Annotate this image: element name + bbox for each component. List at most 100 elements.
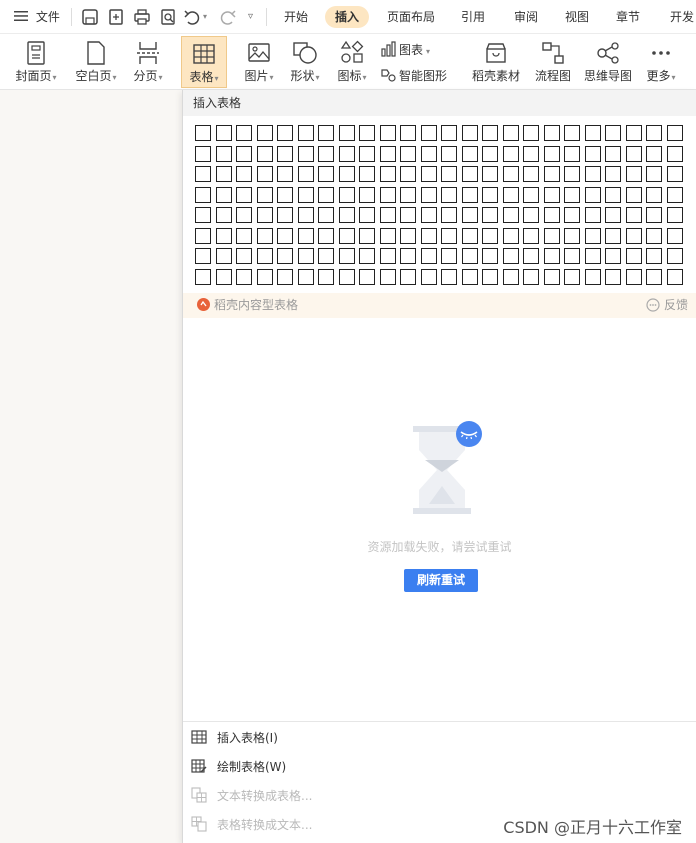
- table-grid-cell[interactable]: [543, 227, 560, 244]
- table-grid-cell[interactable]: [482, 248, 498, 264]
- table-grid-cell[interactable]: [277, 268, 293, 285]
- table-grid-cell[interactable]: [646, 186, 662, 203]
- tab-review[interactable]: 审阅: [514, 0, 538, 34]
- table-grid-cell[interactable]: [625, 268, 642, 285]
- table-grid-cell[interactable]: [359, 227, 375, 244]
- table-grid-cell[interactable]: [646, 207, 662, 223]
- table-grid-cell[interactable]: [379, 145, 396, 162]
- table-grid-cell[interactable]: [277, 166, 293, 182]
- table-grid-cell[interactable]: [236, 227, 252, 244]
- table-grid-cell[interactable]: [379, 207, 396, 223]
- table-grid-cell[interactable]: [605, 186, 621, 203]
- table-grid-cell[interactable]: [359, 145, 375, 162]
- table-grid-cell[interactable]: [564, 268, 580, 285]
- more-button[interactable]: 更多▾: [640, 36, 682, 88]
- print-preview-icon[interactable]: [159, 8, 177, 26]
- customize-toolbar-chevron-icon[interactable]: ▿: [248, 0, 253, 34]
- table-grid-cell[interactable]: [400, 268, 416, 285]
- table-grid-cell[interactable]: [400, 186, 416, 203]
- table-grid-cell[interactable]: [338, 207, 355, 223]
- table-grid-cell[interactable]: [666, 268, 683, 285]
- table-grid-cell[interactable]: [461, 248, 478, 264]
- table-grid-cell[interactable]: [379, 227, 396, 244]
- table-grid-cell[interactable]: [584, 248, 601, 264]
- table-grid-cell[interactable]: [564, 207, 580, 223]
- table-grid-cell[interactable]: [605, 227, 621, 244]
- table-grid-cell[interactable]: [482, 145, 498, 162]
- picture-button[interactable]: 图片▾: [238, 36, 280, 88]
- tab-page-layout[interactable]: 页面布局: [387, 0, 435, 34]
- table-grid-cell[interactable]: [666, 145, 683, 162]
- table-grid-cell[interactable]: [256, 145, 273, 162]
- table-grid-cell[interactable]: [584, 145, 601, 162]
- table-grid-cell[interactable]: [297, 145, 314, 162]
- table-grid-cell[interactable]: [523, 268, 539, 285]
- table-grid-cell[interactable]: [441, 248, 457, 264]
- table-grid-cell[interactable]: [277, 145, 293, 162]
- table-grid-cell[interactable]: [297, 207, 314, 223]
- table-grid-cell[interactable]: [461, 227, 478, 244]
- table-grid-cell[interactable]: [441, 166, 457, 182]
- table-grid-cell[interactable]: [482, 268, 498, 285]
- table-grid-cell[interactable]: [564, 166, 580, 182]
- table-grid-cell[interactable]: [523, 186, 539, 203]
- table-button[interactable]: 表格▾: [181, 36, 227, 88]
- table-grid-cell[interactable]: [646, 166, 662, 182]
- table-grid-cell[interactable]: [605, 145, 621, 162]
- table-grid-cell[interactable]: [564, 248, 580, 264]
- table-grid-cell[interactable]: [461, 125, 478, 141]
- table-grid-cell[interactable]: [215, 145, 232, 162]
- table-grid-cell[interactable]: [297, 166, 314, 182]
- table-grid-cell[interactable]: [338, 145, 355, 162]
- table-grid-cell[interactable]: [400, 207, 416, 223]
- table-grid-cell[interactable]: [523, 207, 539, 223]
- table-grid-cell[interactable]: [482, 125, 498, 141]
- text-to-table-menu-item[interactable]: 文本转换成表格...: [191, 784, 312, 808]
- table-grid-cell[interactable]: [236, 145, 252, 162]
- smart-graphic-button[interactable]: 智能图形: [380, 66, 447, 86]
- table-grid-cell[interactable]: [215, 186, 232, 203]
- table-grid-cell[interactable]: [420, 207, 437, 223]
- table-grid-cell[interactable]: [584, 227, 601, 244]
- table-grid-cell[interactable]: [256, 207, 273, 223]
- docer-material-button[interactable]: 稻壳素材: [468, 36, 524, 88]
- table-grid-cell[interactable]: [461, 207, 478, 223]
- table-grid-cell[interactable]: [584, 268, 601, 285]
- table-grid-cell[interactable]: [461, 145, 478, 162]
- table-grid-cell[interactable]: [584, 186, 601, 203]
- table-grid-cell[interactable]: [318, 207, 334, 223]
- table-grid-cell[interactable]: [441, 186, 457, 203]
- table-grid-cell[interactable]: [666, 166, 683, 182]
- table-grid-cell[interactable]: [666, 227, 683, 244]
- table-grid-cell[interactable]: [215, 166, 232, 182]
- tab-chapter[interactable]: 章节: [616, 0, 640, 34]
- table-grid-cell[interactable]: [277, 125, 293, 141]
- table-grid-cell[interactable]: [441, 268, 457, 285]
- table-grid-cell[interactable]: [338, 186, 355, 203]
- table-grid-cell[interactable]: [482, 227, 498, 244]
- table-grid-cell[interactable]: [236, 186, 252, 203]
- table-grid-cell[interactable]: [441, 207, 457, 223]
- file-menu[interactable]: 文件: [14, 0, 60, 34]
- table-grid-cell[interactable]: [318, 268, 334, 285]
- table-grid-cell[interactable]: [379, 125, 396, 141]
- table-grid-cell[interactable]: [379, 248, 396, 264]
- page-break-button[interactable]: 分页▾: [127, 36, 169, 88]
- table-grid-cell[interactable]: [625, 125, 642, 141]
- table-grid-cell[interactable]: [256, 248, 273, 264]
- table-grid-cell[interactable]: [420, 145, 437, 162]
- table-grid-cell[interactable]: [584, 166, 601, 182]
- table-grid-cell[interactable]: [195, 125, 211, 141]
- tab-references[interactable]: 引用: [461, 0, 485, 34]
- table-grid-cell[interactable]: [502, 248, 519, 264]
- table-grid-cell[interactable]: [400, 248, 416, 264]
- table-grid-cell[interactable]: [359, 248, 375, 264]
- table-grid-cell[interactable]: [277, 207, 293, 223]
- table-grid-cell[interactable]: [502, 125, 519, 141]
- table-grid-cell[interactable]: [215, 227, 232, 244]
- table-grid-cell[interactable]: [256, 125, 273, 141]
- table-grid-cell[interactable]: [584, 207, 601, 223]
- table-grid-cell[interactable]: [461, 186, 478, 203]
- tab-insert[interactable]: 插入: [325, 6, 370, 28]
- table-grid-cell[interactable]: [195, 268, 211, 285]
